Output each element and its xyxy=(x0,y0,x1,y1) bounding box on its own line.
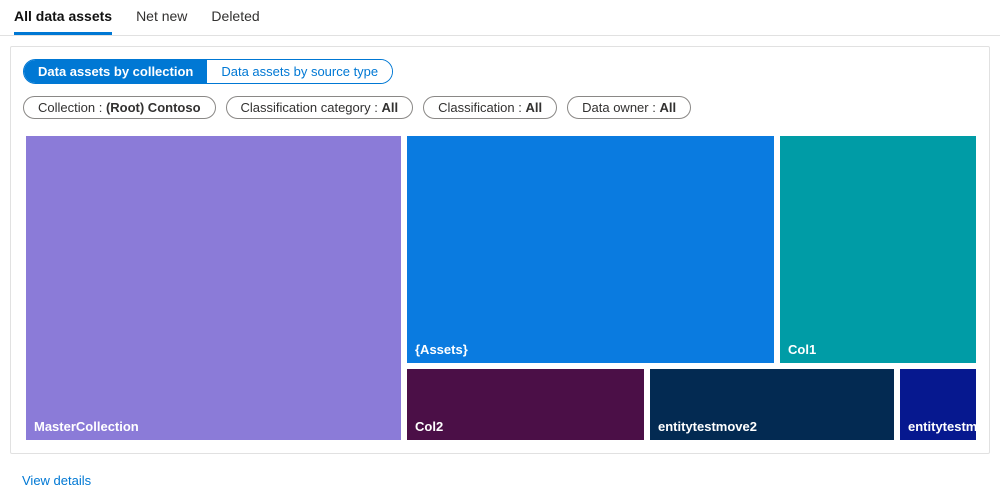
filter-value: All xyxy=(381,100,398,115)
filter-label: Data owner xyxy=(582,100,648,115)
filter-classification[interactable]: Classification : All xyxy=(423,96,557,119)
treemap-chart: MasterCollection {Assets} Col1 Col2 enti… xyxy=(23,133,979,443)
filter-label: Collection xyxy=(38,100,95,115)
filter-data-owner[interactable]: Data owner : All xyxy=(567,96,691,119)
filter-label: Classification xyxy=(438,100,515,115)
tile-assets[interactable]: {Assets} xyxy=(404,133,777,366)
seg-by-collection[interactable]: Data assets by collection xyxy=(24,60,207,83)
filter-value: All xyxy=(659,100,676,115)
tab-deleted[interactable]: Deleted xyxy=(211,8,259,35)
segment-row: Data assets by collection Data assets by… xyxy=(23,59,977,84)
filter-row: Collection : (Root) Contoso Classificati… xyxy=(23,96,977,119)
filter-value: (Root) Contoso xyxy=(106,100,201,115)
filter-value: All xyxy=(526,100,543,115)
tile-entitytestmov[interactable]: entitytestmov... xyxy=(897,366,979,443)
tabs: All data assets Net new Deleted xyxy=(0,0,1000,36)
seg-by-source-type[interactable]: Data assets by source type xyxy=(207,60,392,83)
tile-col2[interactable]: Col2 xyxy=(404,366,647,443)
view-details-link[interactable]: View details xyxy=(22,473,91,488)
filter-collection[interactable]: Collection : (Root) Contoso xyxy=(23,96,216,119)
view-segmented: Data assets by collection Data assets by… xyxy=(23,59,393,84)
tile-col1[interactable]: Col1 xyxy=(777,133,979,366)
view-details-row: View details xyxy=(22,472,988,490)
tile-mastercollection[interactable]: MasterCollection xyxy=(23,133,404,443)
tab-all-data-assets[interactable]: All data assets xyxy=(14,8,112,35)
chart-card: Data assets by collection Data assets by… xyxy=(10,46,990,454)
tab-net-new[interactable]: Net new xyxy=(136,8,187,35)
tile-entitytestmove2[interactable]: entitytestmove2 xyxy=(647,366,897,443)
filter-classification-category[interactable]: Classification category : All xyxy=(226,96,414,119)
filter-label: Classification category xyxy=(241,100,371,115)
